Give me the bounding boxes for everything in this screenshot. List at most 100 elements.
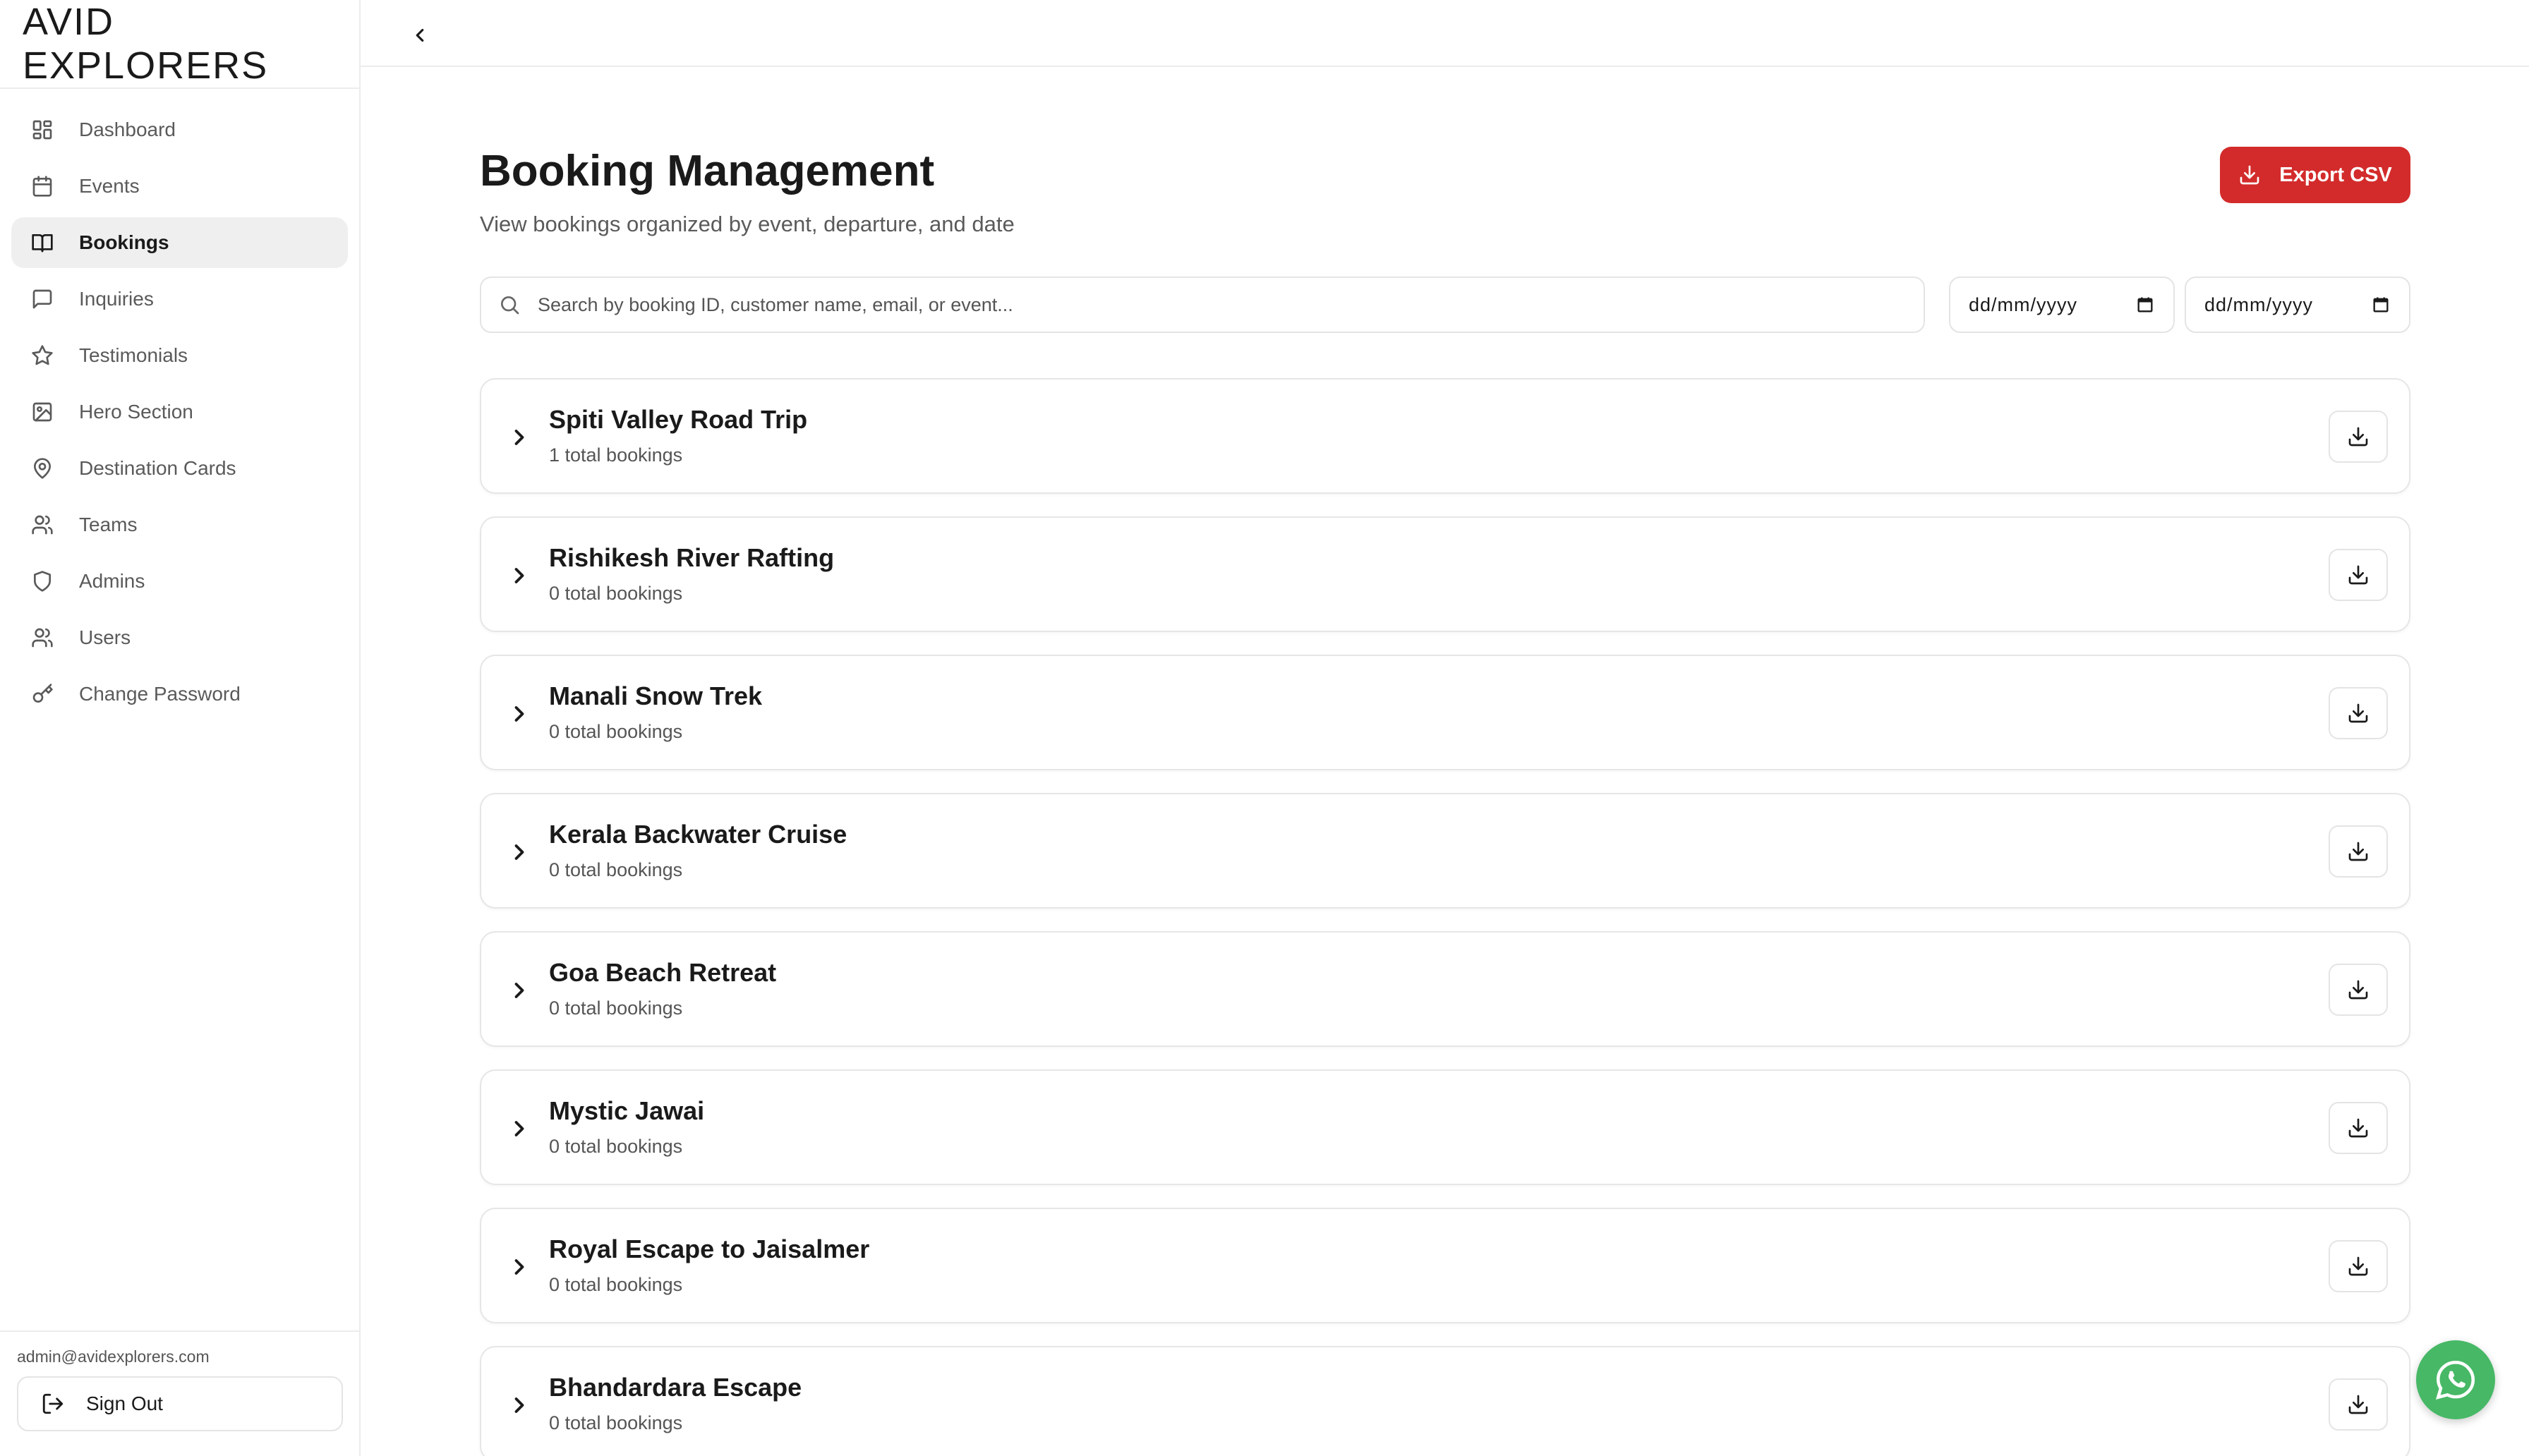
sidebar-item-destination-cards[interactable]: Destination Cards <box>11 443 348 494</box>
download-event-button[interactable] <box>2329 1240 2388 1292</box>
event-list: Spiti Valley Road Trip 1 total bookings … <box>480 378 2410 1456</box>
book-icon <box>28 229 56 257</box>
chevron-right-icon[interactable] <box>507 1116 532 1141</box>
download-icon <box>2240 165 2259 185</box>
map-pin-icon <box>28 454 56 483</box>
download-icon <box>2348 1118 2368 1138</box>
chevron-right-icon[interactable] <box>507 563 532 588</box>
event-name: Manali Snow Trek <box>549 681 763 710</box>
page-subtitle: View bookings organized by event, depart… <box>480 212 1015 236</box>
sidebar-item-change-password[interactable]: Change Password <box>11 669 348 720</box>
event-card[interactable]: Bhandardara Escape 0 total bookings <box>480 1346 2410 1456</box>
logo-text: AVID EXPLORERS <box>23 1 269 87</box>
sidebar-item-label: Change Password <box>79 683 241 705</box>
download-icon <box>2348 1395 2368 1414</box>
chevron-right-icon[interactable] <box>507 1393 532 1418</box>
collapse-sidebar-button[interactable] <box>403 21 437 49</box>
download-icon <box>2348 565 2368 585</box>
sidebar-item-users[interactable]: Users <box>11 612 348 663</box>
search-bar <box>480 277 1925 333</box>
sidebar-item-label: Testimonials <box>79 344 188 366</box>
event-card[interactable]: Spiti Valley Road Trip 1 total bookings <box>480 378 2410 494</box>
event-booking-count: 0 total bookings <box>549 1136 683 1157</box>
chevron-right-icon[interactable] <box>507 978 532 1003</box>
star-icon <box>28 341 56 370</box>
event-name: Rishikesh River Rafting <box>549 543 835 572</box>
sidebar-item-admins[interactable]: Admins <box>11 556 348 607</box>
sidebar-footer: admin@avidexplorers.com Sign Out <box>0 1330 359 1456</box>
event-booking-count: 0 total bookings <box>549 859 683 880</box>
search-input[interactable] <box>538 293 1878 316</box>
sidebar-item-teams[interactable]: Teams <box>11 499 348 550</box>
whatsapp-icon <box>2435 1360 2475 1400</box>
event-booking-count: 0 total bookings <box>549 1412 683 1433</box>
key-icon <box>28 680 56 708</box>
event-name: Mystic Jawai <box>549 1096 705 1125</box>
date-from-value: dd/mm/yyyy <box>1969 293 2078 315</box>
shield-icon <box>28 567 56 595</box>
sign-out-button[interactable]: Sign Out <box>17 1376 343 1431</box>
date-to-input[interactable]: dd/mm/yyyy <box>2185 277 2410 333</box>
event-card[interactable]: Mystic Jawai 0 total bookings <box>480 1069 2410 1185</box>
message-icon <box>28 285 56 313</box>
download-event-button[interactable] <box>2329 1102 2388 1154</box>
event-card[interactable]: Rishikesh River Rafting 0 total bookings <box>480 516 2410 632</box>
chevron-right-icon[interactable] <box>507 425 532 450</box>
sidebar-item-label: Hero Section <box>79 401 193 423</box>
chevron-right-icon[interactable] <box>507 1254 532 1280</box>
download-event-button[interactable] <box>2329 549 2388 601</box>
event-card[interactable]: Goa Beach Retreat 0 total bookings <box>480 931 2410 1047</box>
sidebar: AVID EXPLORERS Dashboard Events Bookings… <box>0 0 361 1456</box>
event-card[interactable]: Kerala Backwater Cruise 0 total bookings <box>480 793 2410 909</box>
event-name: Royal Escape to Jaisalmer <box>549 1234 870 1263</box>
event-name: Bhandardara Escape <box>549 1373 802 1402</box>
users-icon <box>28 511 56 539</box>
sidebar-item-label: Bookings <box>79 231 169 253</box>
chevron-right-icon[interactable] <box>507 839 532 865</box>
sidebar-item-label: Teams <box>79 514 138 535</box>
chevron-left-icon <box>416 28 424 42</box>
download-event-button[interactable] <box>2329 964 2388 1016</box>
download-icon <box>2348 1256 2368 1276</box>
calendar-icon <box>2373 297 2389 313</box>
sidebar-item-inquiries[interactable]: Inquiries <box>11 274 348 324</box>
date-from-input[interactable]: dd/mm/yyyy <box>1949 277 2175 333</box>
whatsapp-button[interactable] <box>2416 1340 2495 1419</box>
event-booking-count: 0 total bookings <box>549 997 683 1019</box>
download-event-button[interactable] <box>2329 1378 2388 1431</box>
download-icon <box>2348 980 2368 1000</box>
sidebar-item-bookings[interactable]: Bookings <box>11 217 348 268</box>
download-event-button[interactable] <box>2329 825 2388 878</box>
event-booking-count: 0 total bookings <box>549 1274 683 1295</box>
download-event-button[interactable] <box>2329 687 2388 739</box>
logo[interactable]: AVID EXPLORERS <box>0 0 359 89</box>
log-out-icon <box>42 1393 64 1414</box>
sidebar-item-label: Users <box>79 626 131 648</box>
dashboard-icon <box>28 116 56 144</box>
sidebar-item-hero-section[interactable]: Hero Section <box>11 387 348 437</box>
download-icon <box>2348 427 2368 447</box>
sidebar-item-events[interactable]: Events <box>11 161 348 212</box>
event-card[interactable]: Manali Snow Trek 0 total bookings <box>480 655 2410 770</box>
download-icon <box>2348 703 2368 723</box>
export-csv-button[interactable]: Export CSV <box>2220 147 2410 203</box>
sidebar-item-label: Inquiries <box>79 288 154 310</box>
event-card[interactable]: Royal Escape to Jaisalmer 0 total bookin… <box>480 1208 2410 1323</box>
event-booking-count: 1 total bookings <box>549 444 683 466</box>
event-name: Goa Beach Retreat <box>549 958 777 987</box>
calendar-icon <box>2137 297 2153 313</box>
download-event-button[interactable] <box>2329 411 2388 463</box>
topbar <box>361 0 2529 67</box>
sidebar-item-dashboard[interactable]: Dashboard <box>11 104 348 155</box>
chevron-right-icon[interactable] <box>507 701 532 727</box>
sidebar-item-label: Destination Cards <box>79 457 236 479</box>
image-icon <box>28 398 56 426</box>
sidebar-item-label: Events <box>79 175 140 197</box>
calendar-icon <box>28 172 56 200</box>
sign-out-label: Sign Out <box>86 1393 163 1414</box>
sidebar-item-label: Dashboard <box>79 119 176 140</box>
event-name: Kerala Backwater Cruise <box>549 820 847 849</box>
export-csv-label: Export CSV <box>2279 163 2392 186</box>
sidebar-item-testimonials[interactable]: Testimonials <box>11 330 348 381</box>
event-booking-count: 0 total bookings <box>549 721 683 742</box>
